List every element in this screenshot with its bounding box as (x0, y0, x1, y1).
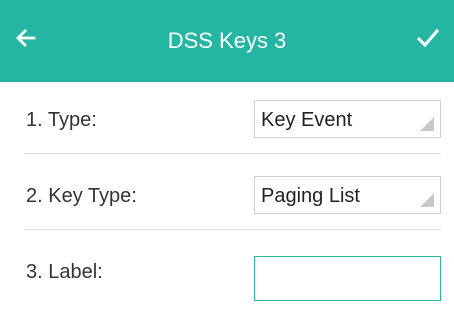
key-type-label: 2. Key Type: (26, 185, 137, 207)
label-row: 3. Label: (0, 234, 454, 310)
form-content: 1. Type: Key Event 2. Key Type: Paging L… (0, 82, 454, 319)
header-bar: DSS Keys 3 (0, 0, 454, 82)
page-title: DSS Keys 3 (167, 28, 287, 53)
label-input[interactable] (254, 256, 441, 301)
key-type-value: Paging List (261, 185, 360, 207)
key-type-row: 2. Key Type: Paging List (0, 158, 454, 234)
row-divider (24, 229, 441, 230)
row-divider (24, 153, 441, 154)
key-type-select[interactable]: Paging List (254, 176, 441, 214)
confirm-button[interactable] (408, 18, 448, 58)
dss-keys-screen: DSS Keys 3 1. Type: Key Event 2. Key Typ… (0, 0, 454, 319)
type-row: 1. Type: Key Event (0, 82, 454, 158)
dropdown-corner-icon (420, 117, 434, 131)
check-icon (416, 28, 440, 48)
back-button[interactable] (6, 18, 46, 58)
type-label: 1. Type: (26, 109, 97, 131)
dropdown-corner-icon (420, 193, 434, 207)
type-select[interactable]: Key Event (254, 100, 441, 138)
arrow-left-icon (16, 29, 36, 47)
label-field-label: 3. Label: (26, 261, 103, 283)
type-value: Key Event (261, 109, 353, 131)
